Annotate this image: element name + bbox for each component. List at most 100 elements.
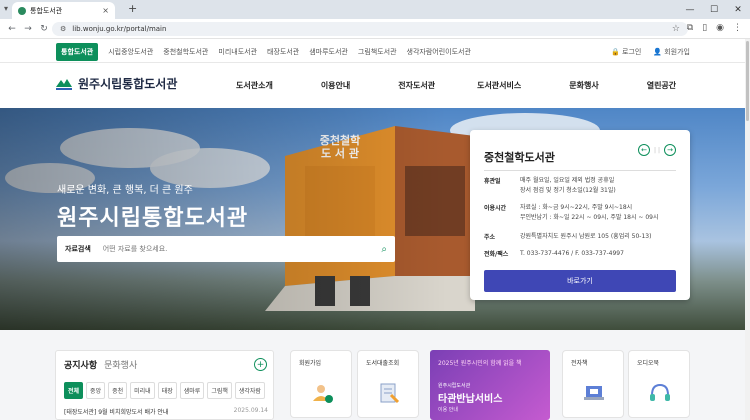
scrollbar-thumb[interactable] — [746, 41, 749, 121]
row-key: 이용시간 — [484, 205, 507, 212]
login-link[interactable]: 🔒 로그인 — [611, 47, 641, 57]
search-icon[interactable]: ⌕ — [381, 244, 387, 255]
back-button[interactable]: ← — [4, 24, 20, 34]
extensions-icon[interactable]: ⧉ — [687, 23, 693, 33]
promo-banner[interactable]: 2025년 원주시민의 함께 읽을 책 원주시립도서관 타관반납서비스 이용 안… — [430, 350, 550, 420]
nav-about[interactable]: 도서관소개 — [236, 80, 273, 91]
forward-button[interactable]: → — [20, 24, 36, 34]
info-row-phone: 전화/팩스 T. 033-737-4476 / F. 033-737-4997 — [484, 249, 624, 259]
cat-central[interactable]: 중앙 — [86, 382, 106, 399]
topnav-item-mirinae[interactable]: 미리내도서관 — [218, 47, 257, 57]
more-plus-icon[interactable]: + — [254, 358, 267, 371]
row-key: 주소 — [484, 234, 496, 241]
signup-link[interactable]: 👤 회원가입 — [653, 47, 690, 57]
profile-icon[interactable]: ◉ — [716, 23, 724, 33]
tab-culture[interactable]: 문화행사 — [104, 358, 137, 371]
library-info-card: 중천철학도서관 ← | | → 휴관일 매주 월요일, 일요일 제외 법정 공휴… — [470, 130, 690, 300]
headphones-icon — [650, 383, 670, 401]
login-label: 로그인 — [621, 48, 642, 56]
notice-title: [태장도서관] 9월 비치희망도서 배가 안내 — [64, 409, 169, 416]
quick-audiobook[interactable]: 오디오북 — [628, 350, 690, 418]
browser-tabstrip: ▾ 통합도서관 × + — ☐ ✕ — [0, 0, 750, 19]
next-arrow-icon[interactable]: → — [664, 144, 676, 156]
search-box: 자료검색 ⌕ — [57, 236, 395, 262]
notice-panel: 공지사항 문화행사 + 전체 중앙 중천 미리내 태장 샘마루 그림책 생각자람… — [55, 350, 274, 420]
quick-label: 도서대출조회 — [366, 360, 400, 367]
pager-indicator: | | — [654, 146, 660, 154]
quick-loan-check[interactable]: 도서대출조회 — [357, 350, 419, 418]
nav-guide[interactable]: 이용안내 — [321, 80, 350, 91]
new-tab-button[interactable]: + — [128, 2, 137, 15]
address-bar[interactable]: ⚙ lib.wonju.go.kr/portal/main ☆ — [52, 22, 688, 36]
site-logo[interactable]: 원주시립통합도서관 — [55, 75, 177, 92]
close-tab-icon[interactable]: × — [102, 6, 109, 15]
minimize-button[interactable]: — — [678, 0, 702, 19]
cat-jungcheon[interactable]: 중천 — [108, 382, 128, 399]
quick-ebook[interactable]: 전자책 — [562, 350, 624, 418]
search-input[interactable] — [102, 245, 382, 253]
library-topnav: 통합도서관 시립중앙도서관 중천철학도서관 미리내도서관 태장도서관 샘마루도서… — [0, 39, 750, 63]
signup-label: 회원가입 — [664, 48, 690, 56]
nav-culture[interactable]: 문화행사 — [569, 80, 598, 91]
banner-top-text: 2025년 원주시민의 함께 읽을 책 — [438, 360, 522, 367]
browser-toolbar: ← → ↻ ⚙ lib.wonju.go.kr/portal/main ☆ ⧉ … — [0, 19, 750, 39]
document-search-icon — [380, 383, 400, 404]
prev-arrow-icon[interactable]: ← — [638, 144, 651, 156]
favicon-icon — [18, 6, 26, 15]
nav-ebook[interactable]: 전자도서관 — [398, 80, 435, 91]
browser-tab[interactable]: 통합도서관 × — [12, 2, 115, 19]
topnav-item-central[interactable]: 시립중앙도서관 — [108, 47, 153, 57]
topnav-item-saemmaru[interactable]: 샘마루도서관 — [309, 47, 348, 57]
site-header: 원주시립통합도서관 도서관소개 이용안내 전자도서관 도서관서비스 문화행사 열… — [0, 63, 750, 108]
cat-mirinae[interactable]: 미리내 — [130, 382, 155, 399]
cat-saemmaru[interactable]: 샘마루 — [179, 382, 205, 399]
quick-label: 전자책 — [571, 360, 588, 367]
close-window-button[interactable]: ✕ — [726, 0, 750, 19]
row-value: T. 033-737-4476 / F. 033-737-4997 — [520, 250, 624, 257]
bottom-section: 공지사항 문화행사 + 전체 중앙 중천 미리내 태장 샘마루 그림책 생각자람… — [0, 330, 745, 420]
banner-small-text: 원주시립도서관 — [438, 383, 471, 389]
cat-taejang[interactable]: 태장 — [157, 382, 177, 399]
logo-text: 원주시립통합도서관 — [78, 77, 178, 91]
topnav-item-jungcheon[interactable]: 중천철학도서관 — [163, 47, 208, 57]
page-scrollbar[interactable] — [745, 39, 750, 420]
tab-search-icon[interactable]: ▾ — [4, 4, 8, 13]
logo-mountain-icon — [56, 78, 72, 90]
notice-date: 2025.09.14 — [233, 407, 268, 414]
menu-icon[interactable]: ⋮ — [733, 23, 742, 33]
notice-item[interactable]: [태장도서관] 9월 비치희망도서 배가 안내 2025.09.14 — [64, 407, 268, 416]
hero-title: 원주시립통합도서관 — [57, 206, 249, 231]
tab-notice[interactable]: 공지사항 — [64, 358, 97, 371]
topnav-item-children[interactable]: 생각자람어린이도서관 — [407, 47, 471, 57]
quick-label: 오디오북 — [637, 360, 660, 367]
info-row-closed: 휴관일 매주 월요일, 일요일 제외 법정 공휴일 장서 점검 및 정기 청소일… — [484, 176, 616, 196]
card-pager: ← | | → — [638, 144, 676, 156]
topnav-item-integrated[interactable]: 통합도서관 — [56, 43, 99, 61]
notice-categories: 전체 중앙 중천 미리내 태장 샘마루 그림책 생각자람 — [64, 382, 265, 399]
site-info-icon[interactable]: ⚙ — [60, 25, 66, 33]
row-value: 강원특별자치도 원주시 남원로 105 (흥업리 50-13) — [520, 233, 652, 240]
user-add-icon — [313, 385, 333, 403]
topnav-item-picturebook[interactable]: 그림책도서관 — [358, 47, 397, 57]
nav-open[interactable]: 열린공간 — [647, 80, 676, 91]
cat-children[interactable]: 생각자람 — [234, 382, 265, 399]
topnav-item-taejang[interactable]: 태장도서관 — [267, 47, 299, 57]
row-value: 매주 월요일, 일요일 제외 법정 공휴일 — [520, 177, 615, 184]
cat-all[interactable]: 전체 — [64, 382, 84, 399]
row-value: 자료실 : 화~금 9시~22시, 주말 9시~18시 — [520, 204, 633, 211]
sidepanel-icon[interactable]: ▯ — [702, 23, 707, 33]
maximize-button[interactable]: ☐ — [702, 0, 726, 19]
go-button[interactable]: 바로가기 — [484, 270, 676, 292]
info-row-address: 주소 강원특별자치도 원주시 남원로 105 (흥업리 50-13) — [484, 232, 651, 242]
row-value: 무인반납기 : 화~일 22시 ~ 09시, 주말 18시 ~ 09시 — [520, 214, 659, 221]
quick-signup[interactable]: 회원가입 — [290, 350, 352, 418]
row-key: 전화/팩스 — [484, 251, 509, 258]
cat-picturebook[interactable]: 그림책 — [207, 382, 232, 399]
bookmark-star-icon[interactable]: ☆ — [672, 24, 680, 34]
banner-foot-text: 이용 안내 — [438, 407, 458, 413]
main-nav: 도서관소개 이용안내 전자도서관 도서관서비스 문화행사 열린공간 — [236, 80, 724, 91]
url-text: lib.wonju.go.kr/portal/main — [72, 25, 167, 33]
reload-button[interactable]: ↻ — [36, 24, 52, 34]
nav-services[interactable]: 도서관서비스 — [477, 80, 521, 91]
search-label: 자료검색 — [65, 245, 91, 253]
